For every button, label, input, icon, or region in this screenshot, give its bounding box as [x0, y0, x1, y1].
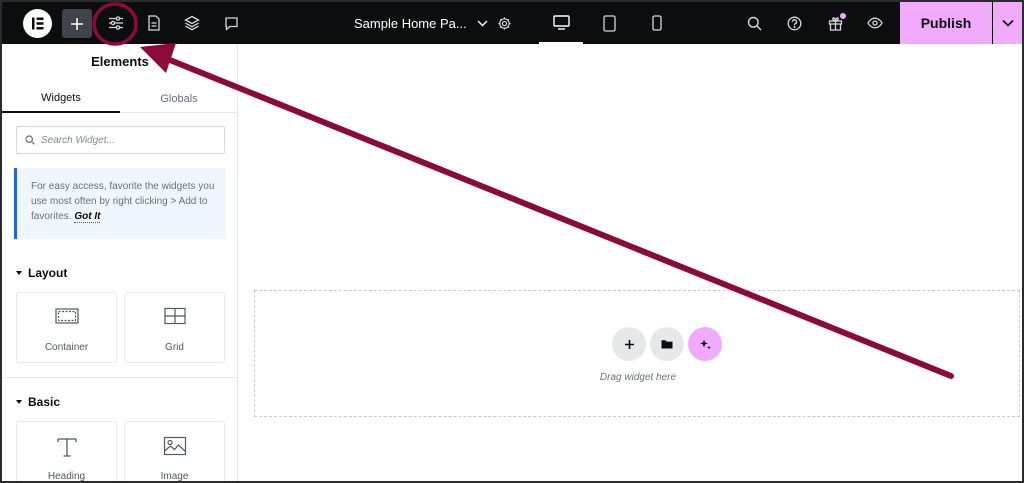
- publish-options-button[interactable]: [993, 2, 1022, 44]
- got-it-link[interactable]: Got It: [74, 211, 101, 223]
- notes-button[interactable]: [218, 10, 244, 36]
- document-title-dropdown[interactable]: Sample Home Pa...: [354, 2, 488, 44]
- search-icon: [25, 135, 35, 145]
- widget-grid[interactable]: Grid: [124, 292, 225, 363]
- editor-top-bar: Sample Home Pa... Publish: [2, 2, 1022, 44]
- widget-container[interactable]: Container: [16, 292, 117, 363]
- widget-label: Heading: [47, 471, 86, 481]
- drop-zone-hint: Drag widget here: [599, 372, 677, 383]
- question-icon: [787, 16, 801, 30]
- gear-icon: [497, 16, 511, 30]
- panel-title: Elements: [91, 54, 149, 69]
- widget-label: Image: [160, 471, 189, 481]
- widget-search-box[interactable]: [16, 126, 225, 154]
- document-title: Sample Home Pa...: [354, 15, 467, 31]
- add-element-button[interactable]: [62, 9, 92, 38]
- page-button[interactable]: [141, 10, 167, 36]
- grid-icon: [164, 307, 186, 325]
- chevron-down-icon: [477, 20, 488, 26]
- editor-canvas: Drag widget here: [239, 44, 1022, 481]
- plus-icon: [624, 339, 634, 349]
- notification-dot: [840, 13, 846, 19]
- widget-search-input[interactable]: [41, 134, 211, 146]
- search-icon: [747, 16, 761, 30]
- section-label: Layout: [28, 266, 68, 280]
- preview-button[interactable]: [862, 10, 888, 36]
- device-desktop-tab[interactable]: [539, 2, 583, 44]
- site-settings-button[interactable]: [103, 10, 129, 36]
- caret-down-icon: [16, 400, 22, 404]
- chevron-down-icon: [1001, 19, 1014, 27]
- plus-icon: [71, 17, 83, 30]
- comment-icon: [224, 16, 238, 31]
- page-settings-button[interactable]: [491, 10, 517, 36]
- tablet-icon: [602, 14, 616, 32]
- widget-label: Container: [44, 342, 89, 353]
- help-button[interactable]: [781, 10, 807, 36]
- folder-icon: [661, 340, 673, 349]
- sliders-icon: [109, 16, 123, 30]
- favorites-notice: For easy access, favorite the widgets yo…: [14, 168, 226, 239]
- device-tablet-tab[interactable]: [587, 2, 631, 44]
- widget-label: Grid: [165, 342, 184, 353]
- section-label: Basic: [28, 395, 61, 409]
- eye-icon: [867, 17, 883, 29]
- image-icon: [163, 436, 187, 456]
- drop-zone[interactable]: Drag widget here: [254, 290, 1020, 417]
- tab-widgets[interactable]: Widgets: [2, 84, 120, 113]
- mobile-icon: [652, 15, 662, 31]
- section-divider: [2, 377, 237, 378]
- search-button[interactable]: [741, 10, 767, 36]
- caret-down-icon: [16, 271, 22, 275]
- heading-icon: [57, 438, 77, 457]
- desktop-icon: [552, 14, 570, 30]
- panel-tabs: Widgets Globals: [2, 84, 237, 113]
- section-layout-header[interactable]: Layout: [16, 266, 67, 280]
- add-template-button[interactable]: [650, 327, 684, 361]
- document-icon: [148, 15, 160, 31]
- notice-text: For easy access, favorite the widgets yo…: [31, 181, 215, 222]
- section-basic-header[interactable]: Basic: [16, 395, 60, 409]
- ai-generate-button[interactable]: [688, 327, 722, 361]
- widget-image[interactable]: Image: [124, 421, 225, 481]
- whats-new-button[interactable]: [822, 10, 848, 36]
- elements-panel: Elements Widgets Globals For easy access…: [2, 44, 238, 481]
- structure-button[interactable]: [179, 10, 205, 36]
- publish-button[interactable]: Publish: [900, 2, 992, 44]
- ai-sparkle-icon: [699, 339, 711, 349]
- elementor-logo-icon[interactable]: [23, 9, 52, 38]
- widget-heading[interactable]: Heading: [16, 421, 117, 481]
- device-mobile-tab[interactable]: [635, 2, 679, 44]
- container-icon: [55, 308, 79, 324]
- tab-globals[interactable]: Globals: [120, 84, 237, 113]
- layers-icon: [184, 15, 200, 31]
- add-section-button[interactable]: [612, 327, 646, 361]
